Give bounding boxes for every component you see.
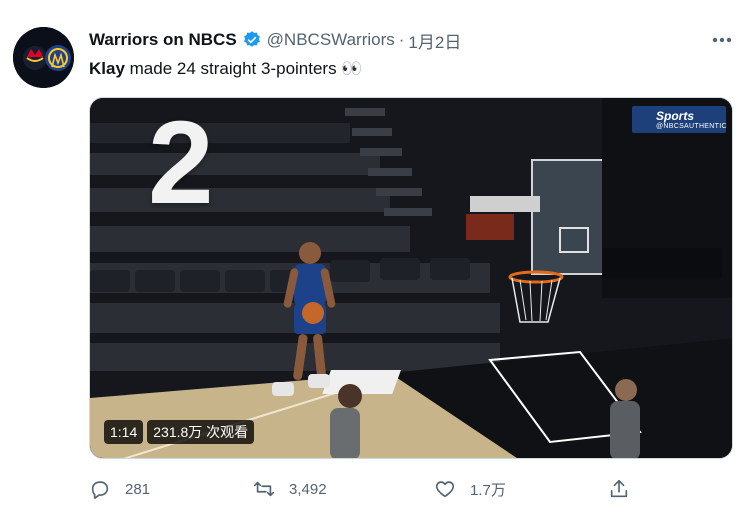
avatar[interactable] [13, 27, 74, 88]
shot-counter-overlay: 2 [148, 97, 214, 229]
like-count: 1.7万 [470, 481, 506, 499]
separator-dot: · [398, 30, 405, 49]
broadcaster-logo-sub: @NBCSAUTHENTIC [656, 123, 727, 130]
tweet-text: Klay made 24 straight 3-pointers 👀 [89, 58, 362, 80]
tweet-text-body: made 24 straight 3-pointers 👀 [124, 59, 363, 78]
like-button[interactable]: 1.7万 [434, 474, 506, 504]
tweet-date[interactable]: 1月2日 [408, 28, 461, 53]
warriors-logo-icon [13, 27, 74, 88]
tweet-text-name: Klay [89, 59, 125, 78]
more-options-button[interactable] [706, 29, 738, 51]
share-icon [610, 479, 628, 498]
video-views: 231.8万 次观看 [147, 420, 255, 444]
author-handle[interactable]: @NBCSWarriors [267, 30, 395, 50]
retweet-button[interactable]: 3,492 [253, 474, 327, 504]
reply-icon [91, 481, 109, 499]
video-player[interactable]: 2 Sports @NBCSAUTHENTIC 1:14 231.8万 次观看 [89, 97, 733, 459]
broadcaster-logo-text: Sports [656, 109, 695, 123]
author-name[interactable]: Warriors on NBCS [89, 30, 237, 50]
reply-count: 281 [125, 480, 151, 498]
tweet-header: Warriors on NBCS @NBCSWarriors · 1月2日 [89, 28, 461, 53]
verified-badge-icon [243, 31, 260, 47]
video-duration: 1:14 [104, 420, 144, 444]
more-dots-icon [712, 37, 732, 43]
video-info-overlay: 1:14 231.8万 次观看 [104, 420, 255, 444]
reply-button[interactable]: 281 [89, 474, 150, 504]
like-icon [435, 481, 455, 498]
retweet-icon [254, 481, 274, 497]
share-button[interactable] [608, 474, 644, 504]
tweet-actions: 281 3,492 1.7万 [0, 474, 750, 504]
broadcaster-logo: Sports @NBCSAUTHENTIC [632, 106, 727, 133]
retweet-count: 3,492 [289, 480, 327, 498]
